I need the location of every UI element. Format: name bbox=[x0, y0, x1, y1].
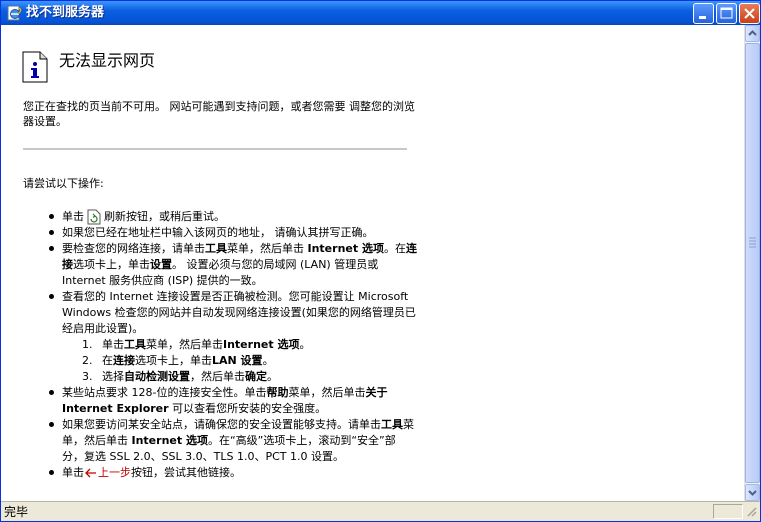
close-icon bbox=[744, 8, 755, 19]
close-button[interactable] bbox=[739, 3, 760, 24]
info-icon bbox=[22, 51, 48, 83]
arrow-down-icon bbox=[748, 490, 757, 496]
vertical-scrollbar[interactable] bbox=[744, 25, 760, 501]
tips-list: 单击 刷新按钮，或稍后重试。 如果您已经在地址栏中输入该网页的地址， 请确认其拼写… bbox=[47, 209, 417, 481]
back-link[interactable]: 上一步 bbox=[98, 466, 131, 479]
grip-icon bbox=[749, 237, 756, 248]
maximize-button[interactable] bbox=[716, 3, 737, 24]
try-heading: 请尝试以下操作: bbox=[23, 177, 104, 190]
step-item: 1. 单击工具菜单，然后单击Internet 选项。 bbox=[82, 338, 311, 351]
intro-text: 您正在查找的页当前不可用。 网站可能遇到支持问题，或者您需要 调整您的浏览器设置… bbox=[23, 100, 415, 128]
refresh-icon bbox=[87, 209, 101, 225]
list-item: 要检查您的网络连接，请单击工具菜单，然后单击 Internet 选项。在连接选项… bbox=[47, 241, 417, 289]
ie-page-icon bbox=[7, 5, 22, 21]
page-content: 无法显示网页 您正在查找的页当前不可用。 网站可能遇到支持问题，或者您需要 调整… bbox=[1, 25, 744, 501]
step-item: 3. 选择自动检测设置，然后单击确定。 bbox=[82, 370, 278, 383]
back-arrow-icon bbox=[85, 468, 96, 478]
resize-grip[interactable] bbox=[744, 504, 758, 519]
list-item: 查看您的 Internet 连接设置是否正确被检测。您可能设置让 Microso… bbox=[47, 289, 417, 385]
list-item: 单击 刷新按钮，或稍后重试。 bbox=[47, 209, 417, 225]
scroll-down-button[interactable] bbox=[745, 484, 760, 501]
browser-window: 找不到服务器 无法显示网页 您正在查找的页当前不可用。 网站可能遇到支持问题，或… bbox=[0, 0, 761, 522]
scroll-up-button[interactable] bbox=[745, 25, 760, 42]
divider bbox=[23, 148, 407, 150]
resize-grip-icon bbox=[747, 507, 757, 517]
title-bar[interactable]: 找不到服务器 bbox=[1, 1, 760, 25]
window-title: 找不到服务器 bbox=[26, 5, 105, 20]
list-item: 单击 上一步按钮，尝试其他链接。 bbox=[47, 465, 417, 481]
page-title: 无法显示网页 bbox=[59, 51, 156, 70]
steps-list: 1. 单击工具菜单，然后单击Internet 选项。 2. 在连接选项卡上，单击LA… bbox=[82, 337, 417, 385]
status-pane bbox=[713, 504, 743, 519]
arrow-up-icon bbox=[748, 30, 757, 36]
status-bar: 完毕 bbox=[1, 501, 760, 521]
list-item: 某些站点要求 128-位的连接安全性。单击帮助菜单，然后单击关于 Interne… bbox=[47, 385, 417, 417]
scroll-thumb[interactable] bbox=[745, 43, 760, 483]
list-item: 如果您已经在地址栏中输入该网页的地址， 请确认其拼写正确。 bbox=[47, 225, 417, 241]
status-text: 完毕 bbox=[4, 505, 29, 519]
minimize-button[interactable] bbox=[693, 3, 714, 24]
minimize-icon bbox=[699, 16, 706, 19]
step-item: 2. 在连接选项卡上，单击LAN 设置。 bbox=[82, 354, 274, 367]
list-item: 如果您要访问某安全站点，请确保您的安全设置能够支持。请单击工具菜单，然后单击 I… bbox=[47, 417, 417, 465]
maximize-icon bbox=[720, 7, 733, 19]
